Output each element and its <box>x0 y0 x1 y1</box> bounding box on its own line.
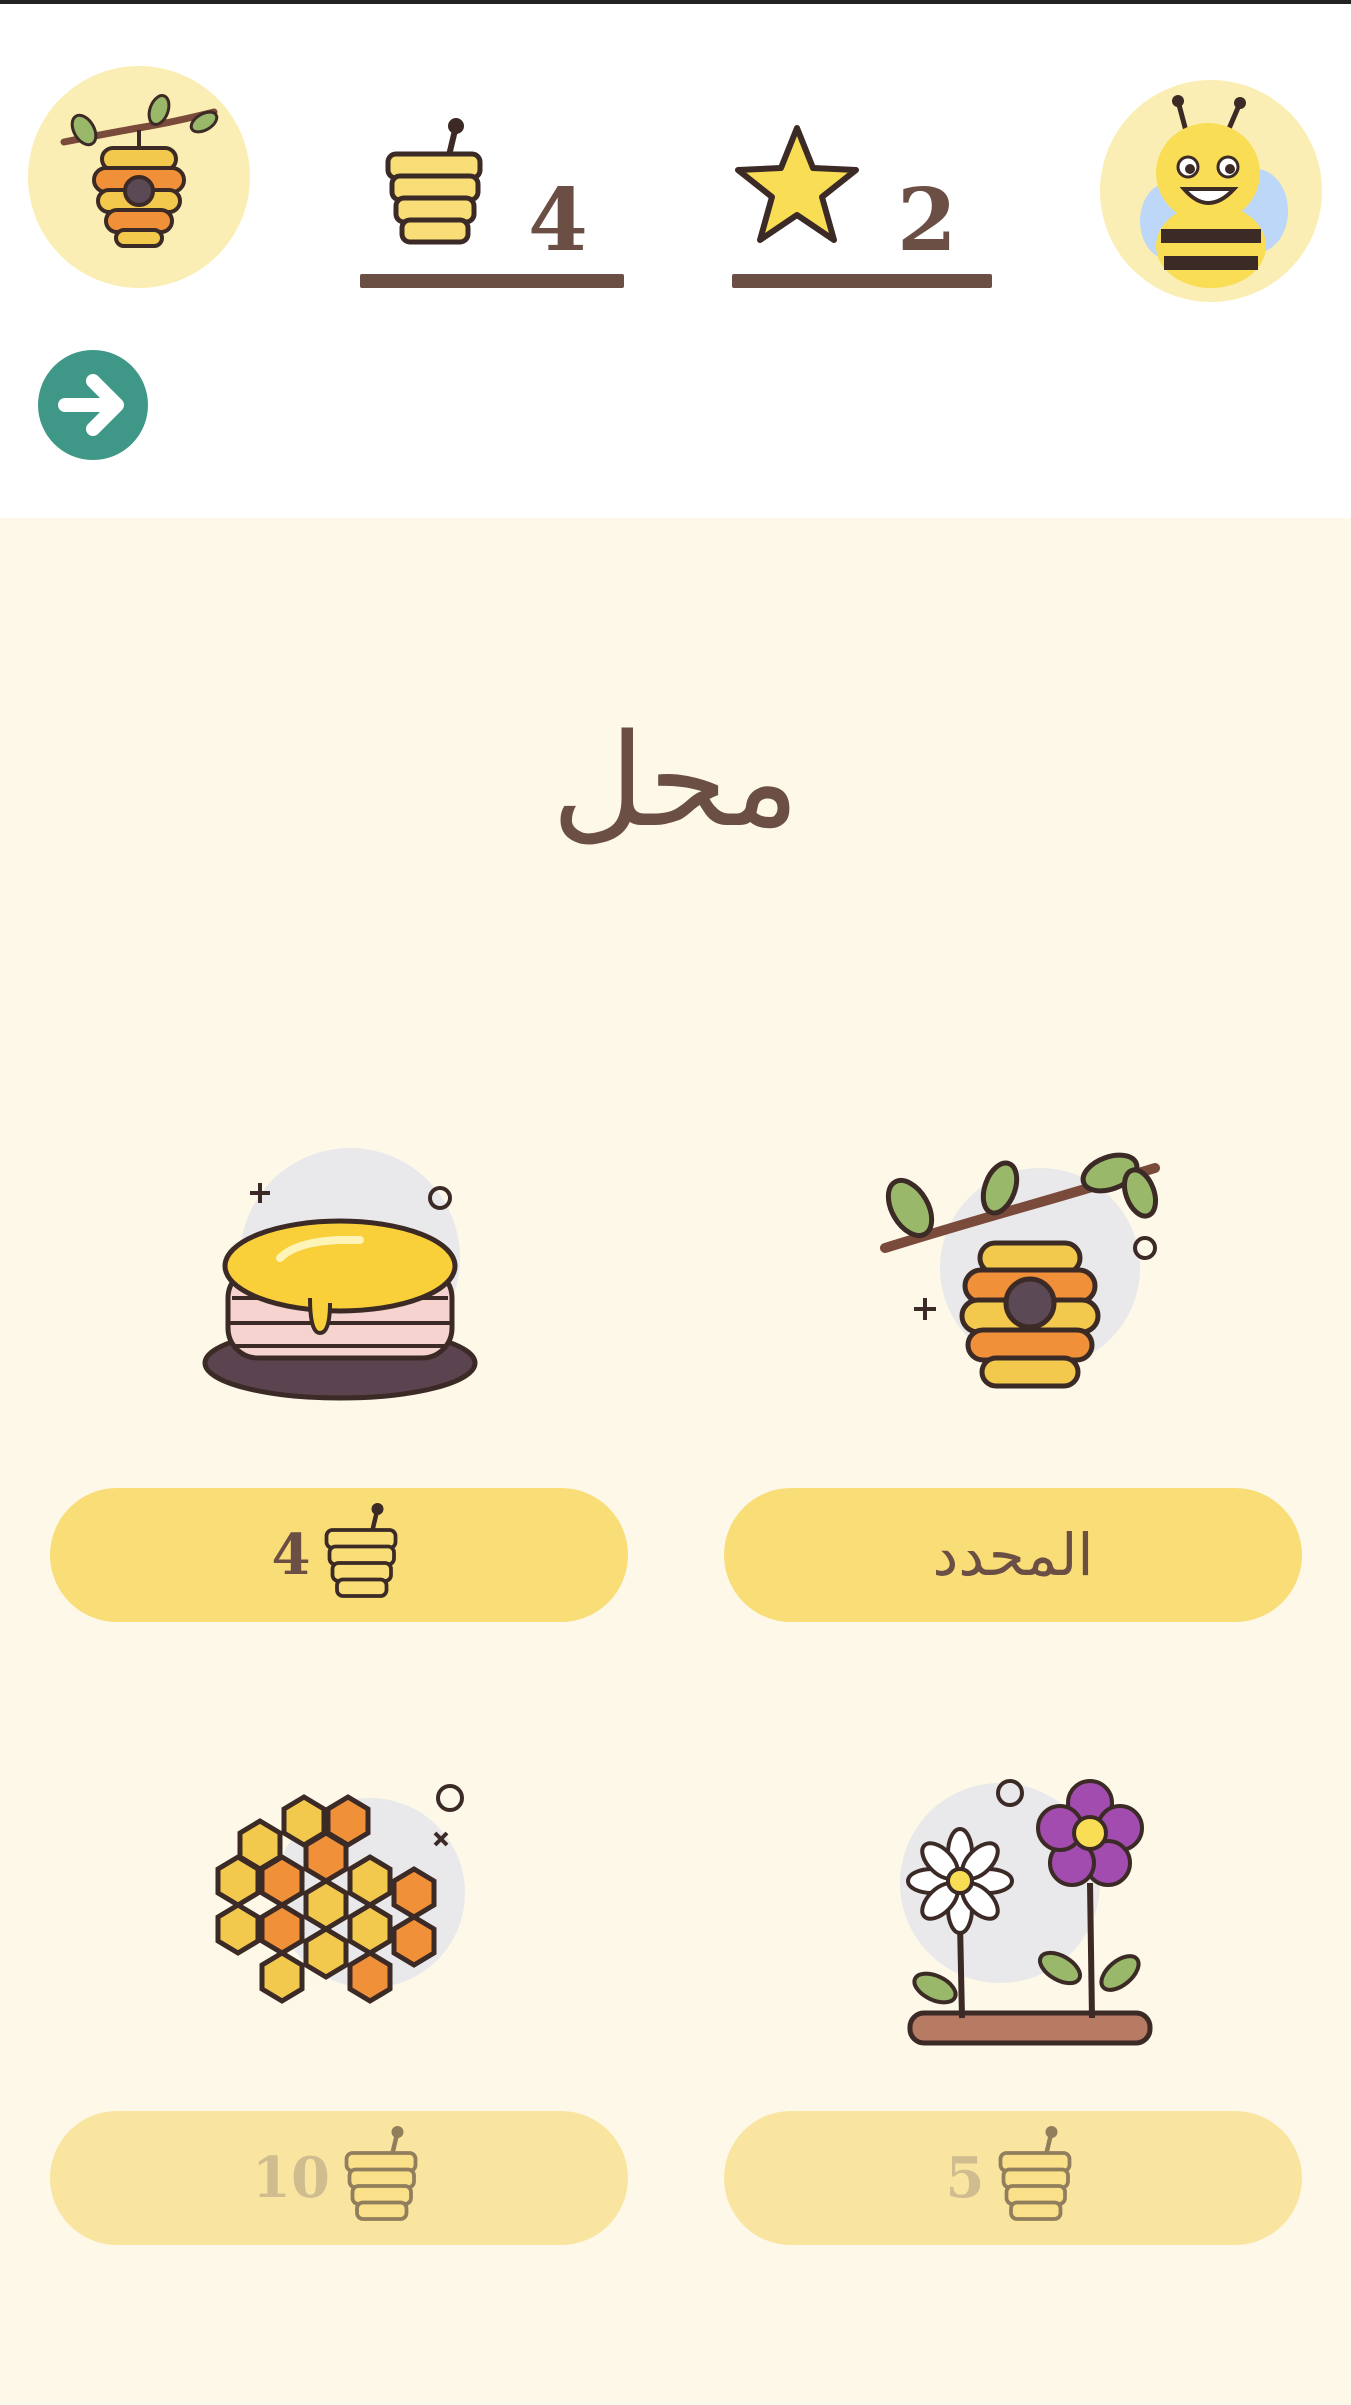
stars-underline <box>732 274 992 288</box>
pancakes-icon <box>202 1148 478 1401</box>
hive-icon <box>60 94 219 248</box>
hive-avatar[interactable] <box>28 66 250 288</box>
star-icon <box>732 122 862 256</box>
status-bar-line <box>0 0 1351 4</box>
hive-selected-button[interactable]: المحدد <box>724 1488 1302 1622</box>
shop-title: محل <box>551 707 800 856</box>
honey-pot-icon <box>999 2125 1072 2221</box>
pancakes-buy-button[interactable]: 4 <box>50 1488 628 1622</box>
flowers-price: 5 <box>945 2145 985 2211</box>
honeycomb-buy-button[interactable]: 10 <box>50 2111 628 2245</box>
shop-panel: محل 4 المحدد 10 5 <box>0 518 1351 2405</box>
star-count: 2 <box>897 170 957 271</box>
honeycomb-icon <box>215 1784 465 2004</box>
flowers-buy-button[interactable]: 5 <box>724 2111 1302 2245</box>
bee-icon <box>1140 95 1288 288</box>
honeycomb-item-image[interactable] <box>200 1773 480 2053</box>
flowers-item-image[interactable] <box>880 1773 1170 2053</box>
honey-pot-icon <box>374 118 494 262</box>
honey-counter: 4 <box>360 118 624 288</box>
honey-pot-icon <box>344 2125 418 2221</box>
pancakes-item-image[interactable] <box>190 1148 490 1418</box>
honeycomb-price: 10 <box>252 2145 330 2211</box>
honey-pot-icon <box>325 1502 398 1598</box>
star-counter: 2 <box>732 125 992 288</box>
bee-avatar[interactable] <box>1100 80 1322 302</box>
honey-underline <box>360 274 624 288</box>
hive-icon <box>880 1152 1160 1389</box>
pancakes-price: 4 <box>271 1522 311 1588</box>
back-button[interactable] <box>38 350 148 460</box>
hive-item-image[interactable] <box>870 1148 1170 1418</box>
flowers-icon <box>900 1779 1153 2046</box>
arrow-right-icon <box>58 374 124 436</box>
hive-selected-label: المحدد <box>932 1521 1094 1589</box>
honey-count: 4 <box>528 170 588 271</box>
